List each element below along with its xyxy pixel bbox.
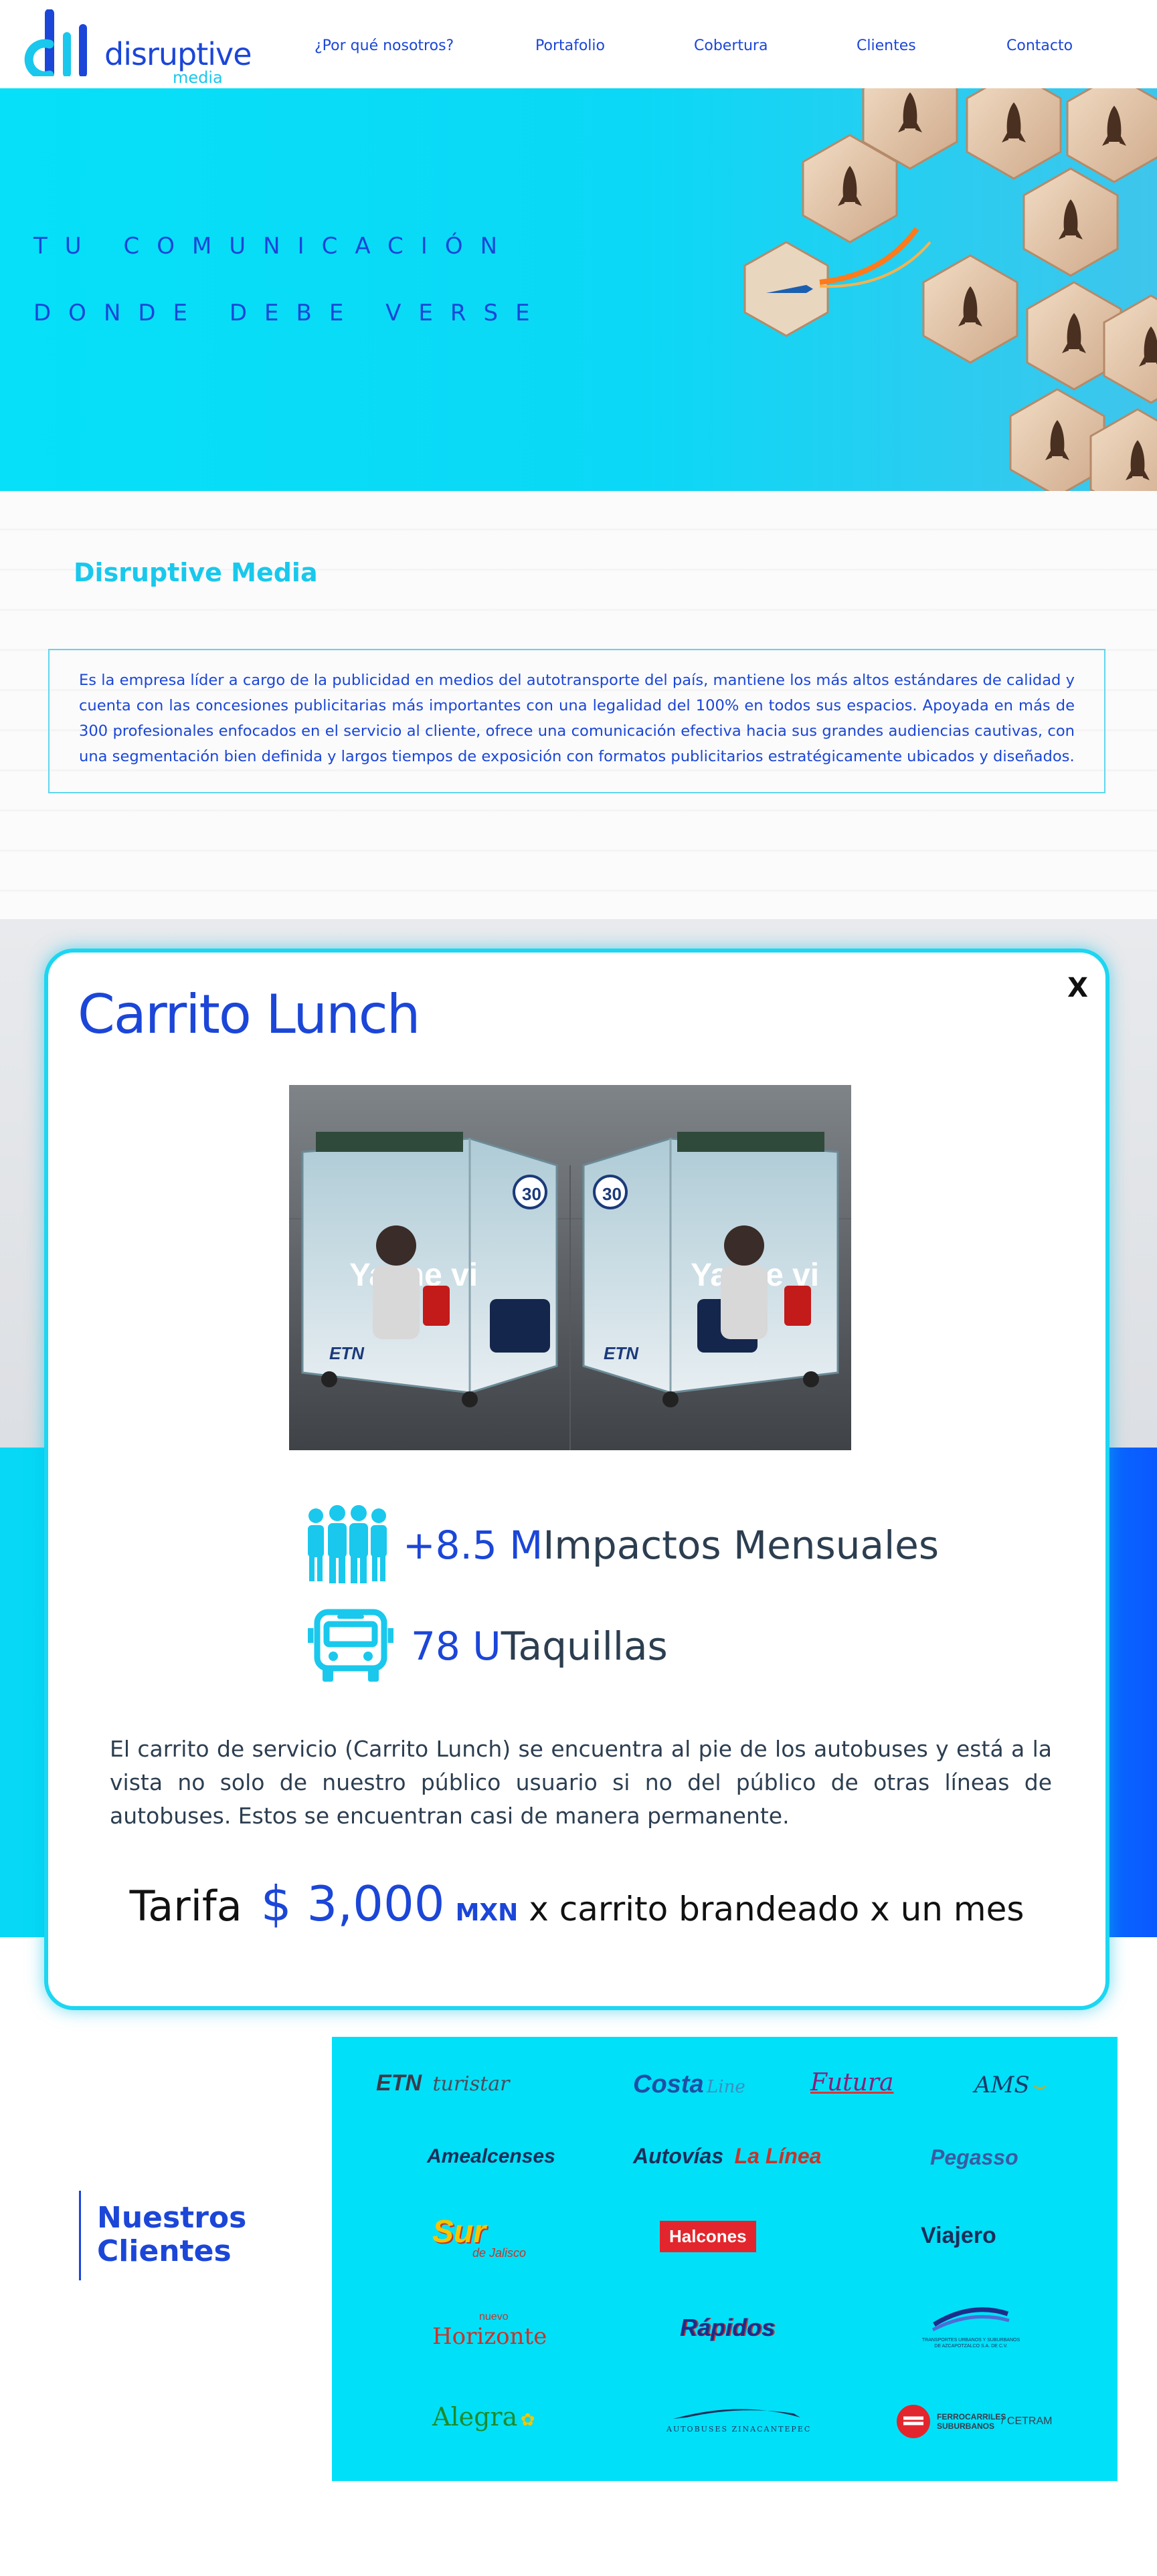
nav-link-por-que-nosotros[interactable]: ¿Por qué nosotros? [315,37,454,54]
client-etn-text: ETN [376,2070,422,2096]
client-costa-line-text: Line [707,2077,745,2097]
client-logo-rapidos: Rápidos [680,2314,775,2342]
stat-impactos: +8.5 M Impactos Mensuales [302,1505,939,1585]
client-horizonte-text: Horizonte [432,2323,547,2350]
client-ams-text: AMS [974,2072,1030,2098]
cart-brand-left: ETN [329,1343,365,1363]
bus-icon [308,1609,393,1682]
client-logo-etn-turistar: ETN turistar [376,2070,509,2096]
client-rapidos-text: Rápidos [680,2314,776,2341]
clients-heading-line-1: Nuestros [97,2201,247,2235]
price-amount: $ 3,000 [260,1876,445,1932]
clients-heading: Nuestros Clientes [79,2191,246,2280]
stat-impactos-value: +8.5 M [403,1522,543,1568]
client-logo-pegasso: Pegasso [930,2145,1018,2170]
client-futura-text: Futura [810,2069,894,2096]
lunch-cart-image: Ya me vi ETN 30 Ya me vi ETN 30 [289,1085,851,1450]
client-halcones-text: Halcones [669,2226,747,2246]
client-logo-transportes-azcapotzalco: TRANSPORTES URBANOS Y SUBURBANOS DE AZCA… [921,2304,1021,2349]
ferrocarriles-emblem-icon [897,2405,930,2438]
logo-mark-icon [24,9,87,76]
about-description: Es la empresa líder a cargo de la public… [79,672,1075,765]
client-logo-futura: Futura [810,2069,894,2096]
cart-badge-left: 30 [522,1184,541,1204]
client-cetram-text: / CETRAM [1001,2415,1053,2427]
client-pegasso-text: Pegasso [930,2145,1018,2169]
modal-description: El carrito de servicio (Carrito Lunch) s… [110,1736,1052,1829]
client-viajero-text: Viajero [921,2223,996,2248]
client-sur-text: Sur [432,2214,486,2250]
nav-link-portafolio[interactable]: Portafolio [535,37,605,54]
people-icon [308,1505,387,1583]
hero-tagline-line-2: DONDE DEBE VERSE [33,300,547,326]
client-ferrocarriles-text: FERROCARRILES SUBURBANOS [937,2412,1006,2431]
nav-link-cobertura[interactable]: Cobertura [694,37,768,54]
client-alegra-text: Alegra [432,2402,518,2432]
price-label: Tarifa [129,1882,242,1930]
clients-heading-line-2: Clientes [97,2234,232,2268]
client-zinacantepec-text: AUTOBUSES ZINACANTEPEC [666,2425,812,2434]
client-logo-viajero: Viajero [921,2223,996,2249]
nav-link-clientes[interactable]: Clientes [857,37,916,54]
client-logo-costa-line: Costa Line [633,2070,745,2099]
client-logo-ams: AMS ⌣ [974,2072,1048,2098]
zinacantepec-swoosh-icon [673,2409,800,2419]
client-logo-autovias-la-linea: Autovías La Línea [633,2144,821,2169]
client-autovias-text: Autovías [633,2144,724,2168]
hero-banner: TU COMUNICACIÓN DONDE DEBE VERSE [0,88,1157,491]
client-logo-ferrocarriles-suburbanos: FERROCARRILES SUBURBANOS / CETRAM [895,2403,1052,2440]
stat-taquillas: 78 U Taquillas [308,1608,668,1684]
hero-tagline-line-1: TU COMUNICACIÓN [33,233,515,260]
client-logo-autobuses-zinacantepec: AUTOBUSES ZINACANTEPEC [666,2401,812,2434]
stat-taquillas-value: 78 U [411,1623,501,1669]
about-text-box: Es la empresa líder a cargo de la public… [48,649,1105,793]
disruptive-media-logo[interactable]: disruptive media [19,9,252,87]
modal-title: Carrito Lunch [78,983,420,1046]
logo-wordmark: disruptive [104,36,252,72]
rocket-hexagons-image [743,88,1157,491]
wave-logo-icon [931,2307,1010,2332]
clients-logo-panel: ETN turistar Costa Line Futura AMS ⌣ Ame… [332,2037,1118,2481]
nav-link-contacto[interactable]: Contacto [1006,37,1073,54]
price-suffix: x carrito brandeado x un mes [529,1890,1025,1928]
client-logo-halcones: Halcones [660,2221,756,2252]
modal-close-button[interactable]: X [1067,973,1088,1003]
client-horizonte-top-text: nuevo [479,2311,509,2322]
price-row: Tarifa $ 3,000 MXN x carrito brandeado x… [48,1876,1105,1932]
price-currency: MXN [455,1899,519,1926]
product-modal: Carrito Lunch X Ya me vi ETN [44,949,1109,2010]
top-navigation: disruptive media ¿Por qué nosotros? Port… [0,0,1157,88]
cart-badge-right: 30 [602,1184,622,1204]
carrito-lunch-photo: Ya me vi ETN 30 Ya me vi ETN 30 [289,1085,851,1450]
client-turistar-text: turistar [432,2072,510,2096]
stat-impactos-label: Impactos Mensuales [543,1522,940,1568]
client-sur-sub-text: de Jalisco [472,2246,527,2260]
about-title: Disruptive Media [74,558,318,587]
logo-subtext: media [173,68,223,87]
about-section: Disruptive Media Es la empresa líder a c… [0,491,1157,919]
client-logo-amealcenses: Amealcenses [427,2145,555,2168]
client-la-linea-text: La Línea [734,2144,822,2168]
client-transportes-text: TRANSPORTES URBANOS Y SUBURBANOS DE AZCA… [921,2338,1020,2349]
stat-taquillas-label: Taquillas [501,1623,668,1669]
client-costa-text: Costa [633,2070,704,2098]
client-amealcenses-text: Amealcenses [427,2145,555,2167]
client-logo-sur-de-jalisco: Sur de Jalisco [432,2213,526,2260]
client-logo-nuevo-horizonte: nuevo Horizonte [432,2311,547,2350]
client-logo-alegra: Alegra ✿ [432,2402,535,2432]
cart-brand-right: ETN [604,1343,639,1363]
